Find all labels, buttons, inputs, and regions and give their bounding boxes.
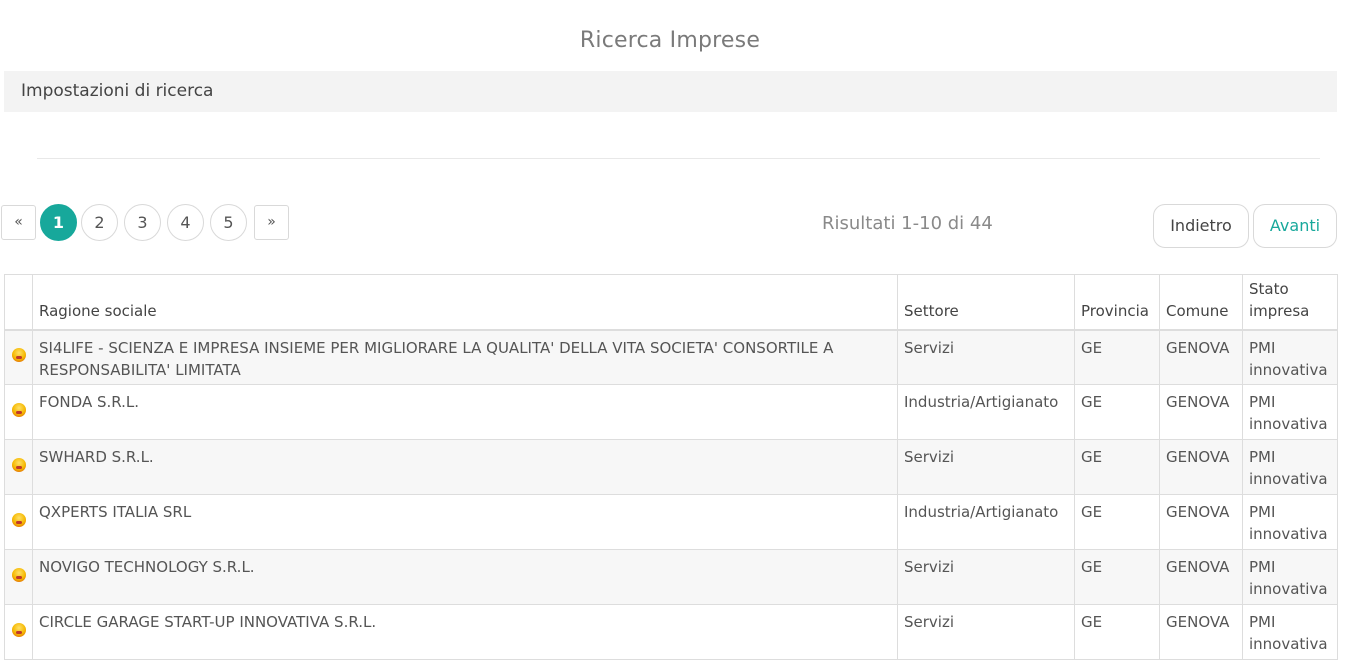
- header-stato-impresa[interactable]: Stato impresa: [1242, 274, 1338, 331]
- cell-province: GE: [1074, 494, 1160, 550]
- table-row[interactable]: SWHARD S.R.L. Servizi GE GENOVA PMI inno…: [4, 439, 1338, 495]
- cell-name[interactable]: FONDA S.R.L.: [32, 384, 898, 440]
- next-button[interactable]: Avanti: [1253, 204, 1337, 248]
- cell-city: GENOVA: [1159, 604, 1243, 660]
- table-header-row: Ragione sociale Settore Provincia Comune…: [4, 274, 1338, 331]
- cell-city: GENOVA: [1159, 329, 1243, 385]
- page-title: Ricerca Imprese: [579, 28, 761, 53]
- header-icon: [4, 274, 33, 331]
- cell-province: GE: [1074, 604, 1160, 660]
- pagination-page-4[interactable]: 4: [167, 204, 204, 241]
- cell-sector: Servizi: [897, 329, 1075, 385]
- cell-status: PMI innovativa: [1242, 329, 1338, 385]
- results-count: Risultati 1-10 di 44: [822, 213, 993, 234]
- status-warning-icon: [11, 513, 26, 527]
- pagination-page-1[interactable]: 1: [40, 204, 77, 241]
- search-settings-toggle[interactable]: Impostazioni di ricerca: [4, 71, 1337, 112]
- cell-name[interactable]: CIRCLE GARAGE START-UP INNOVATIVA S.R.L.: [32, 604, 898, 660]
- cell-name[interactable]: SWHARD S.R.L.: [32, 439, 898, 495]
- header-provincia[interactable]: Provincia: [1074, 274, 1160, 331]
- cell-status: PMI innovativa: [1242, 439, 1338, 495]
- cell-sector: Servizi: [897, 604, 1075, 660]
- cell-sector: Servizi: [897, 439, 1075, 495]
- cell-sector: Servizi: [897, 549, 1075, 605]
- divider: [37, 158, 1320, 159]
- cell-sector: Industria/Artigianato: [897, 384, 1075, 440]
- table-row[interactable]: CIRCLE GARAGE START-UP INNOVATIVA S.R.L.…: [4, 604, 1338, 660]
- header-settore[interactable]: Settore: [897, 274, 1075, 331]
- table-row[interactable]: NOVIGO TECHNOLOGY S.R.L. Servizi GE GENO…: [4, 549, 1338, 605]
- status-warning-icon: [11, 348, 26, 363]
- back-button[interactable]: Indietro: [1153, 204, 1249, 248]
- cell-status: PMI innovativa: [1242, 549, 1338, 605]
- pagination-prev-button[interactable]: «: [1, 205, 36, 240]
- status-warning-icon: [11, 623, 26, 637]
- table-row[interactable]: FONDA S.R.L. Industria/Artigianato GE GE…: [4, 384, 1338, 440]
- cell-status: PMI innovativa: [1242, 604, 1338, 660]
- cell-status: PMI innovativa: [1242, 384, 1338, 440]
- pagination-next-button[interactable]: »: [254, 205, 289, 240]
- pagination-page-5[interactable]: 5: [210, 204, 247, 241]
- cell-name[interactable]: NOVIGO TECHNOLOGY S.R.L.: [32, 549, 898, 605]
- header-ragione-sociale[interactable]: Ragione sociale: [32, 274, 898, 331]
- cell-name[interactable]: SI4LIFE - SCIENZA E IMPRESA INSIEME PER …: [32, 329, 898, 385]
- results-table: Ragione sociale Settore Provincia Comune…: [4, 274, 1338, 660]
- pagination-page-2[interactable]: 2: [81, 204, 118, 241]
- cell-city: GENOVA: [1159, 494, 1243, 550]
- cell-province: GE: [1074, 384, 1160, 440]
- status-warning-icon: [11, 568, 26, 582]
- table-row[interactable]: SI4LIFE - SCIENZA E IMPRESA INSIEME PER …: [4, 329, 1338, 385]
- status-warning-icon: [11, 458, 26, 472]
- cell-province: GE: [1074, 329, 1160, 385]
- cell-city: GENOVA: [1159, 439, 1243, 495]
- table-row[interactable]: QXPERTS ITALIA SRL Industria/Artigianato…: [4, 494, 1338, 550]
- header-comune[interactable]: Comune: [1159, 274, 1243, 331]
- cell-city: GENOVA: [1159, 384, 1243, 440]
- cell-province: GE: [1074, 549, 1160, 605]
- pagination-page-3[interactable]: 3: [124, 204, 161, 241]
- cell-name[interactable]: QXPERTS ITALIA SRL: [32, 494, 898, 550]
- cell-city: GENOVA: [1159, 549, 1243, 605]
- cell-sector: Industria/Artigianato: [897, 494, 1075, 550]
- cell-province: GE: [1074, 439, 1160, 495]
- cell-status: PMI innovativa: [1242, 494, 1338, 550]
- status-warning-icon: [11, 403, 26, 417]
